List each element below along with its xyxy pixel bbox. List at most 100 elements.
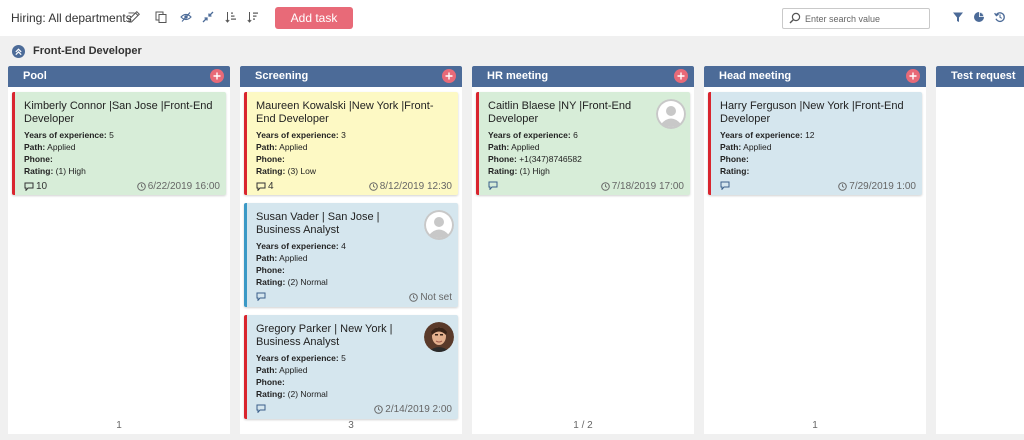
comment-count: 10: [36, 181, 48, 192]
clock-icon: [409, 293, 419, 302]
add-task-button[interactable]: Add task: [275, 7, 353, 29]
column-header: Screening: [240, 66, 462, 87]
card-title: Maureen Kowalski |New York |Front-End De…: [256, 100, 434, 125]
card-field-years: Years of experience: 6: [488, 130, 578, 140]
comments[interactable]: [720, 181, 730, 190]
clock-icon: [374, 405, 384, 414]
avatar-photo: [424, 322, 454, 352]
task-card[interactable]: Maureen Kowalski |New York |Front-End De…: [244, 92, 458, 195]
card-field-rating: Rating: (1) High: [488, 166, 550, 176]
card-date: 2/14/2019 2:00: [374, 404, 452, 415]
swimlane-header: Front-End Developer: [12, 44, 142, 58]
card-date: 8/12/2019 12:30: [368, 181, 452, 192]
card-field-years: Years of experience: 3: [256, 130, 346, 140]
card-field-rating: Rating: (2) Normal: [256, 277, 328, 287]
card-title: Caitlin Blaese |NY |Front-End Developer: [488, 100, 632, 125]
column-hr-meeting: HR meeting Caitlin Blaese |NY |Front-End…: [472, 66, 694, 434]
card-field-rating: Rating: (2) Normal: [256, 389, 328, 399]
copy-icon[interactable]: [154, 10, 168, 24]
sort-descending-icon[interactable]: [246, 10, 260, 24]
column-title: Screening: [255, 70, 309, 82]
board-title: Hiring: All departments: [11, 11, 132, 25]
filter-icon[interactable]: [951, 10, 965, 24]
search-input[interactable]: [805, 11, 927, 26]
card-title: Gregory Parker | New York | Business Ana…: [256, 323, 393, 348]
collapse-group-icon[interactable]: [12, 44, 25, 58]
column-screening: Screening Maureen Kowalski |New York |Fr…: [240, 66, 462, 434]
card-field-rating: Rating:: [720, 166, 750, 176]
column-pagination[interactable]: 1 / 2: [472, 420, 694, 431]
avatar-placeholder: [424, 210, 454, 240]
card-title: Harry Ferguson |New York |Front-End Deve…: [720, 100, 904, 125]
column-head-meeting: Head meeting Harry Ferguson |New York |F…: [704, 66, 926, 434]
column-header: Head meeting: [704, 66, 926, 87]
column-title: Pool: [23, 70, 47, 82]
card-title: Susan Vader | San Jose | Business Analys…: [256, 211, 380, 236]
card-field-rating: Rating: (3) Low: [256, 166, 316, 176]
history-icon[interactable]: [993, 10, 1007, 24]
comment-icon: [488, 181, 498, 190]
column-pool: Pool Kimberly Connor |San Jose |Front-En…: [8, 66, 230, 434]
comments[interactable]: [488, 181, 498, 190]
chart-icon[interactable]: [972, 10, 986, 24]
task-card[interactable]: Susan Vader | San Jose | Business Analys…: [244, 203, 458, 307]
card-field-path: Path: Applied: [24, 142, 76, 152]
card-field-path: Path: Applied: [720, 142, 772, 152]
card-field-years: Years of experience: 12: [720, 130, 815, 140]
card-field-phone: Phone:: [720, 154, 749, 164]
card-field-path: Path: Applied: [488, 142, 540, 152]
card-field-phone: Phone:: [256, 265, 285, 275]
card-field-phone: Phone:: [256, 154, 285, 164]
hide-icon[interactable]: [179, 10, 193, 24]
sort-ascending-icon[interactable]: [224, 10, 238, 24]
comments[interactable]: 4: [256, 181, 274, 192]
comment-icon: [24, 182, 34, 191]
card-field-path: Path: Applied: [256, 365, 308, 375]
collapse-icon[interactable]: [201, 10, 215, 24]
add-card-icon[interactable]: [210, 69, 224, 83]
add-card-icon[interactable]: [674, 69, 688, 83]
add-card-icon[interactable]: [442, 69, 456, 83]
card-field-phone: Phone:: [256, 377, 285, 387]
card-date: 7/29/2019 1:00: [838, 181, 916, 192]
card-date: Not set: [409, 292, 452, 303]
card-date: 7/18/2019 17:00: [600, 181, 684, 192]
card-field-phone: Phone:: [24, 154, 53, 164]
task-card[interactable]: Gregory Parker | New York | Business Ana…: [244, 315, 458, 419]
task-card[interactable]: Harry Ferguson |New York |Front-End Deve…: [708, 92, 922, 195]
comment-icon: [256, 404, 266, 413]
task-card[interactable]: Kimberly Connor |San Jose |Front-End Dev…: [12, 92, 226, 195]
clock-icon: [368, 182, 378, 191]
column-count: 1: [812, 420, 818, 431]
card-field-path: Path: Applied: [256, 142, 308, 152]
clock-icon: [136, 182, 146, 191]
card-field-years: Years of experience: 5: [256, 353, 346, 363]
card-field-years: Years of experience: 4: [256, 241, 346, 251]
add-card-icon[interactable]: [906, 69, 920, 83]
card-field-phone: Phone: +1(347)8746582: [488, 154, 582, 164]
task-card[interactable]: Caitlin Blaese |NY |Front-End Developer …: [476, 92, 690, 195]
search-icon: [789, 12, 801, 24]
comment-icon: [256, 182, 266, 191]
clock-icon: [838, 182, 848, 191]
comment-icon: [720, 181, 730, 190]
column-count: 3: [348, 420, 354, 431]
column-header: Pool: [8, 66, 230, 87]
comments[interactable]: [256, 404, 266, 413]
edit-icon[interactable]: [127, 10, 141, 24]
comment-count: 4: [268, 181, 274, 192]
avatar-placeholder: [656, 99, 686, 129]
card-field-years: Years of experience: 5: [24, 130, 114, 140]
toolbar: Hiring: All departments Add task: [0, 0, 1024, 36]
comment-icon: [256, 292, 266, 301]
column-title: Head meeting: [719, 70, 792, 82]
column-title: HR meeting: [487, 70, 549, 82]
comments[interactable]: [256, 292, 266, 301]
card-title: Kimberly Connor |San Jose |Front-End Dev…: [24, 100, 213, 125]
column-header: Test request: [936, 66, 1024, 87]
card-field-path: Path: Applied: [256, 253, 308, 263]
clock-icon: [600, 182, 610, 191]
search-box[interactable]: [782, 8, 930, 29]
comments[interactable]: 10: [24, 181, 47, 192]
swimlane-label: Front-End Developer: [33, 45, 142, 57]
